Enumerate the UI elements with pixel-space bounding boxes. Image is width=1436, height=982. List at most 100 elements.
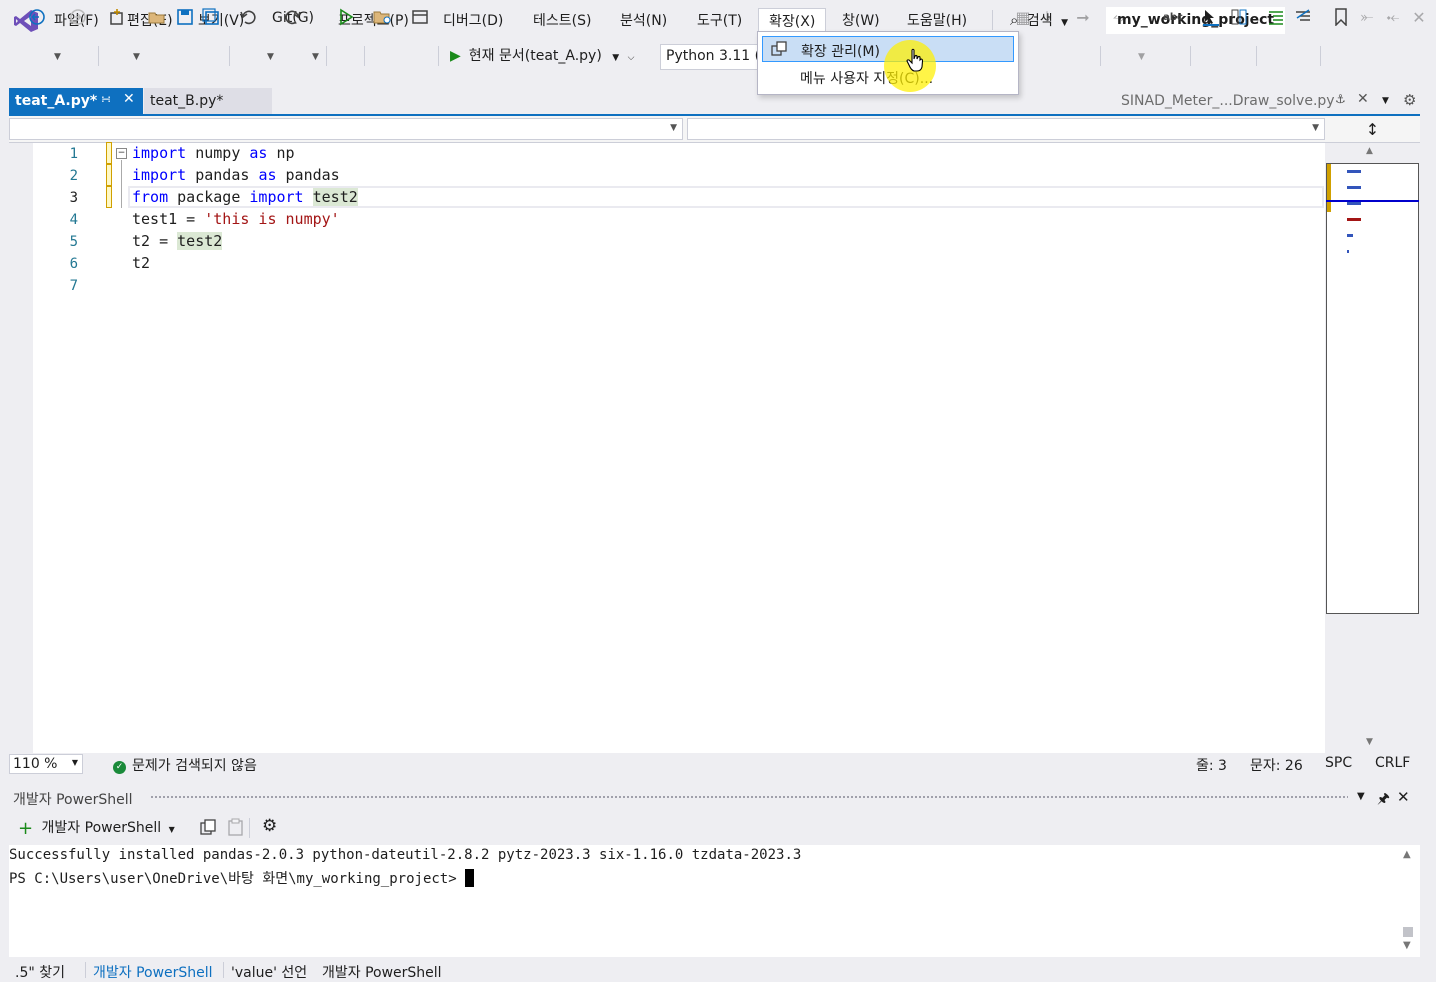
code-token: package xyxy=(168,188,250,206)
scroll-up-icon[interactable]: ▲ xyxy=(1403,849,1411,860)
chevron-down-icon: ▼ xyxy=(1138,52,1145,62)
char-indicator[interactable]: 문자: 26 xyxy=(1250,755,1303,775)
tab-list-dropdown-icon[interactable]: ▼ xyxy=(1382,96,1389,106)
code-token: import xyxy=(132,144,187,162)
export-icon: ➞ xyxy=(1076,7,1090,27)
scroll-down-icon[interactable]: ▼ xyxy=(1366,737,1373,747)
copy-icon[interactable] xyxy=(199,818,217,840)
chevron-down-icon: ▼ xyxy=(71,758,78,767)
pin-icon[interactable]: ∺ xyxy=(101,92,111,106)
eol-indicator[interactable]: CRLF xyxy=(1375,755,1410,771)
pin-icon[interactable]: ⚓ xyxy=(1335,92,1346,106)
tab-label: teat_A.py* xyxy=(15,93,98,109)
column-icon[interactable] xyxy=(1228,6,1250,28)
chevron-down-icon: ▼ xyxy=(670,123,677,133)
collapse-icon[interactable]: − xyxy=(116,148,127,159)
code-token: as xyxy=(249,144,268,162)
start-without-debug-icon[interactable] xyxy=(335,6,357,28)
code-token: pandas xyxy=(276,166,340,184)
chevron-down-icon[interactable]: ▼ xyxy=(312,52,319,62)
forward-icon[interactable] xyxy=(67,6,89,28)
line-indicator[interactable]: 줄: 3 xyxy=(1196,755,1227,775)
pointer-icon[interactable] xyxy=(1200,6,1222,28)
new-terminal-button[interactable]: + 개발자 PowerShell ▼ xyxy=(18,817,175,839)
change-marker xyxy=(106,164,112,186)
menu-test[interactable]: 테스트(S) xyxy=(533,10,591,30)
code-token: pandas xyxy=(186,166,259,184)
store-icon[interactable] xyxy=(409,6,431,28)
scroll-down-icon[interactable]: ▼ xyxy=(1403,940,1411,951)
code-token: test1 = xyxy=(132,210,205,228)
issues-indicator[interactable]: ✓ 문제가 검색되지 않음 xyxy=(113,755,257,775)
toolbar-divider xyxy=(249,818,250,838)
terminal-output[interactable]: Successfully installed pandas-2.0.3 pyth… xyxy=(9,845,1420,957)
close-icon[interactable]: ✕ xyxy=(1397,788,1410,806)
code-line-3: from package import test2 xyxy=(132,188,358,206)
member-dropdown[interactable]: ▼ xyxy=(687,118,1325,140)
chevron-down-icon[interactable]: ▼ xyxy=(267,52,274,62)
zoom-select[interactable]: 110 % ▼ xyxy=(9,754,83,774)
menu-debug[interactable]: 디버그(D) xyxy=(443,10,503,30)
settings-gear-icon[interactable]: ⚙ xyxy=(262,816,277,836)
close-icon[interactable]: ✕ xyxy=(1357,91,1369,107)
code-token: numpy xyxy=(186,144,250,162)
zoom-value: 110 % xyxy=(13,756,58,772)
python-environment-select[interactable]: Python 3.11 ( xyxy=(660,44,770,70)
check-icon: ✓ xyxy=(113,761,126,774)
comment-icon[interactable] xyxy=(1265,6,1287,28)
indent-indicator[interactable]: SPC xyxy=(1325,755,1352,771)
chevron-down-icon[interactable]: ▼ xyxy=(54,52,61,62)
code-line-6: t2 xyxy=(132,254,150,272)
tab-developer-powershell-2[interactable]: 개발자 PowerShell xyxy=(322,962,442,982)
menu-divider xyxy=(992,10,993,30)
code-token: t2 xyxy=(132,254,151,272)
tab-value-declaration[interactable]: 'value' 선언 xyxy=(231,962,307,982)
panel-menu-icon[interactable]: ▼ xyxy=(1357,791,1365,802)
folder-view-icon[interactable] xyxy=(372,6,394,28)
scrollbar-thumb[interactable] xyxy=(1403,927,1413,937)
panel-grip[interactable] xyxy=(150,795,1348,800)
save-icon[interactable] xyxy=(174,6,196,28)
scroll-up-icon[interactable]: ▲ xyxy=(1366,146,1373,156)
code-token: import xyxy=(132,166,187,184)
code-token: test2 xyxy=(312,188,358,206)
spell-check-icon[interactable]: abc xyxy=(1162,6,1184,28)
minimap[interactable] xyxy=(1326,163,1419,614)
bookmark-prev-icon: ⤜ xyxy=(1360,7,1374,26)
tab-teat-a[interactable]: teat_A.py* ∺ ✕ xyxy=(9,88,143,114)
fold-guide xyxy=(121,160,122,208)
tab-teat-b[interactable]: teat_B.py* xyxy=(144,88,272,114)
uncomment-icon[interactable] xyxy=(1292,6,1314,28)
split-window-icon[interactable]: ↕ xyxy=(1325,116,1420,143)
minimap-caret-line xyxy=(1326,200,1419,202)
chevron-down-icon: ▼ xyxy=(168,825,175,834)
tab-find-results[interactable]: .5" 찾기 xyxy=(15,962,65,982)
undo-icon[interactable] xyxy=(237,6,259,28)
new-terminal-label: 개발자 PowerShell xyxy=(41,820,162,836)
bookmark-icon[interactable] xyxy=(1330,6,1352,28)
save-all-icon[interactable] xyxy=(200,6,222,28)
minimap-line xyxy=(1347,186,1361,189)
tab-preview-file[interactable]: SINAD_Meter_...Draw_solve.py ⚓ ✕ xyxy=(1115,88,1373,114)
menu-window[interactable]: 창(W) xyxy=(842,10,880,30)
navigation-bar: ▼ ▼ xyxy=(9,116,1420,143)
menu-help[interactable]: 도움말(H) xyxy=(907,10,967,30)
menu-analyze[interactable]: 분석(N) xyxy=(620,10,667,30)
close-icon[interactable]: ✕ xyxy=(123,91,135,107)
chevron-down-icon[interactable]: ▼ xyxy=(133,52,140,62)
code-token: import xyxy=(249,188,304,206)
new-project-icon[interactable] xyxy=(106,6,128,28)
redo-icon[interactable] xyxy=(282,6,304,28)
menu-tools[interactable]: 도구(T) xyxy=(697,10,742,30)
minimap-line xyxy=(1347,250,1349,253)
tab-developer-powershell[interactable]: 개발자 PowerShell xyxy=(93,962,213,982)
run-button[interactable]: ▶ 현재 문서(teat_A.py) ▼ ⌵ xyxy=(450,45,634,65)
scope-dropdown[interactable]: ▼ xyxy=(9,118,683,140)
pin-icon[interactable]: 🖈 xyxy=(1377,788,1390,812)
back-icon[interactable] xyxy=(26,6,48,28)
settings-gear-icon[interactable]: ⚙ xyxy=(1403,91,1416,109)
tab-divider xyxy=(223,962,224,978)
toolbar-divider xyxy=(1100,46,1101,66)
open-folder-icon[interactable] xyxy=(146,6,168,28)
code-line-5: t2 = test2 xyxy=(132,232,223,250)
